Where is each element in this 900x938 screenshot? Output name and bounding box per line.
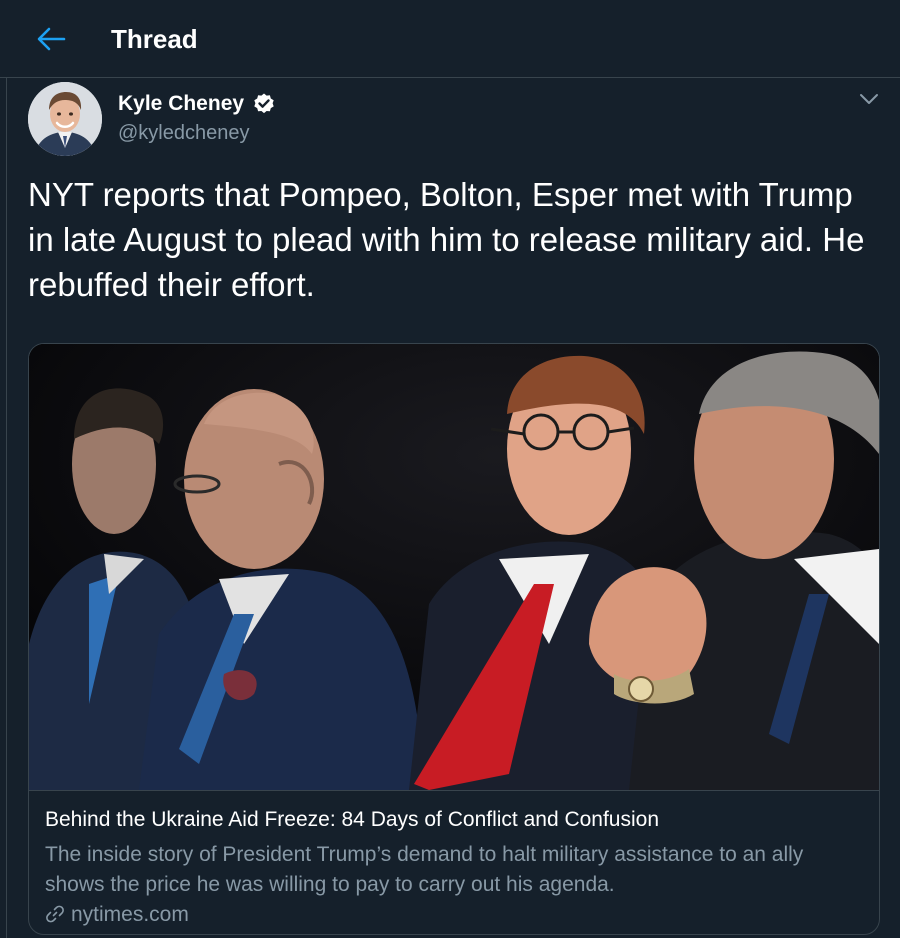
column-divider	[6, 78, 7, 938]
link-preview-card[interactable]: Behind the Ukraine Aid Freeze: 84 Days o…	[28, 343, 880, 935]
card-description: The inside story of President Trump’s de…	[45, 843, 804, 896]
tweet-text: NYT reports that Pompeo, Bolton, Esper m…	[28, 176, 865, 303]
card-title: Behind the Ukraine Aid Freeze: 84 Days o…	[45, 808, 660, 831]
link-icon	[46, 905, 64, 923]
author-name[interactable]: Kyle Cheney	[118, 90, 244, 118]
avatar[interactable]	[28, 82, 102, 156]
card-domain: nytimes.com	[71, 903, 189, 926]
chevron-down-icon[interactable]	[858, 90, 880, 108]
card-divider	[29, 790, 879, 791]
arrow-left-icon[interactable]	[36, 26, 66, 52]
article-image	[29, 344, 879, 790]
page-title: Thread	[111, 24, 198, 54]
author-handle[interactable]: @kyledcheney	[118, 120, 249, 146]
thread-header: Thread	[0, 0, 900, 78]
verified-badge-icon	[254, 93, 274, 114]
thread-page: Thread Kyle Cheney @kyledcheney NYT repo…	[0, 0, 900, 938]
